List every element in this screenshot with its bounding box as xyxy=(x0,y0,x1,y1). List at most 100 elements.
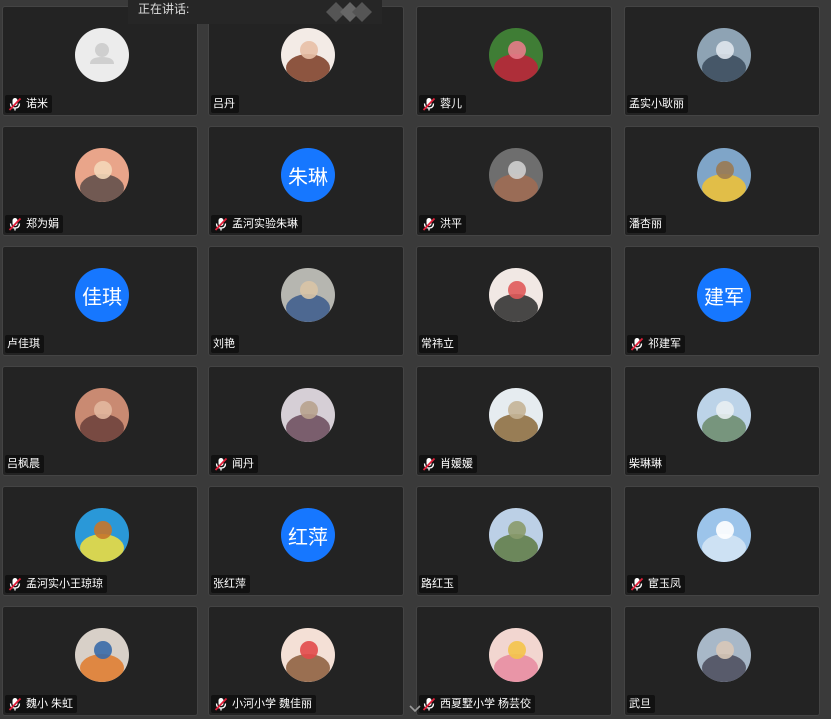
participant-name: 蓉儿 xyxy=(440,98,462,110)
participant-name: 宦玉凤 xyxy=(648,578,681,590)
participant-tile[interactable]: 佳琪卢佳琪 xyxy=(2,246,198,356)
mic-muted-icon xyxy=(214,217,228,231)
mic-muted-icon xyxy=(630,577,644,591)
participant-tile[interactable]: 红萍张红萍 xyxy=(208,486,404,596)
participant-tile[interactable]: 郑为娟 xyxy=(2,126,198,236)
avatar xyxy=(75,28,129,82)
participant-name: 孟实小耿丽 xyxy=(629,98,684,110)
avatar xyxy=(697,508,751,562)
avatar xyxy=(489,148,543,202)
participant-tile[interactable]: 闻丹 xyxy=(208,366,404,476)
avatar-photo xyxy=(75,508,129,562)
participant-tile[interactable]: 柴琳琳 xyxy=(624,366,820,476)
participant-name-tag: 卢佳琪 xyxy=(5,335,44,353)
avatar-photo xyxy=(75,628,129,682)
participant-tile[interactable]: 建军祁建军 xyxy=(624,246,820,356)
speaking-wave-icon xyxy=(326,2,372,22)
avatar xyxy=(489,508,543,562)
participant-name-tag: 蓉儿 xyxy=(419,95,466,113)
participant-name-tag: 常祎立 xyxy=(419,335,458,353)
avatar-photo xyxy=(489,28,543,82)
avatar-photo xyxy=(697,388,751,442)
participant-name: 郑为娟 xyxy=(26,218,59,230)
participant-name: 诺米 xyxy=(26,98,48,110)
participant-name-tag: 路红玉 xyxy=(419,575,458,593)
mic-muted-icon xyxy=(422,217,436,231)
participant-tile[interactable]: 常祎立 xyxy=(416,246,612,356)
mic-muted-icon xyxy=(214,697,228,711)
avatar xyxy=(697,628,751,682)
participant-name-tag: 郑为娟 xyxy=(5,215,63,233)
avatar-initials: 建军 xyxy=(704,286,744,309)
participant-tile[interactable]: 肖媛媛 xyxy=(416,366,612,476)
participant-name: 孟河实小王琼琼 xyxy=(26,578,103,590)
mic-muted-icon xyxy=(214,457,228,471)
participant-tile[interactable]: 刘艳 xyxy=(208,246,404,356)
participant-name: 孟河实验朱琳 xyxy=(232,218,298,230)
participant-name: 小河小学 魏佳丽 xyxy=(232,698,313,710)
participant-tile[interactable]: 宦玉凤 xyxy=(624,486,820,596)
avatar-photo xyxy=(489,388,543,442)
avatar xyxy=(75,148,129,202)
participant-name-tag: 魏小 朱虹 xyxy=(5,695,78,713)
user-placeholder-icon xyxy=(90,43,114,64)
mic-muted-icon xyxy=(8,97,22,111)
avatar xyxy=(697,28,751,82)
participant-name-tag: 闻丹 xyxy=(211,455,258,473)
avatar-photo xyxy=(489,628,543,682)
participant-tile[interactable]: 小河小学 魏佳丽 xyxy=(208,606,404,716)
participant-name-tag: 祁建军 xyxy=(627,335,685,353)
avatar-photo xyxy=(697,148,751,202)
mic-muted-icon xyxy=(8,697,22,711)
participant-name-tag: 刘艳 xyxy=(211,335,239,353)
avatar-initials: 朱琳 xyxy=(288,166,328,189)
avatar-photo xyxy=(281,28,335,82)
avatar xyxy=(75,388,129,442)
participant-name-tag: 潘杏丽 xyxy=(627,215,666,233)
participant-name: 吕枫晨 xyxy=(7,458,40,470)
speaking-indicator: 正在讲话: xyxy=(128,0,382,24)
participant-name: 卢佳琪 xyxy=(7,338,40,350)
avatar xyxy=(697,388,751,442)
participant-tile[interactable]: 蓉儿 xyxy=(416,6,612,116)
avatar xyxy=(75,628,129,682)
mic-muted-icon xyxy=(422,97,436,111)
participant-tile[interactable]: 魏小 朱虹 xyxy=(2,606,198,716)
avatar-initials: 红萍 xyxy=(288,526,328,549)
participant-name-tag: 洪平 xyxy=(419,215,466,233)
participant-name: 刘艳 xyxy=(213,338,235,350)
participant-name: 肖媛媛 xyxy=(440,458,473,470)
avatar-photo xyxy=(281,388,335,442)
participant-tile[interactable]: 路红玉 xyxy=(416,486,612,596)
participant-name-tag: 吕丹 xyxy=(211,95,239,113)
participant-tile[interactable]: 朱琳孟河实验朱琳 xyxy=(208,126,404,236)
avatar: 红萍 xyxy=(281,508,335,562)
participant-name: 西夏墅小学 杨芸佼 xyxy=(440,698,532,710)
avatar-photo xyxy=(281,268,335,322)
participant-name-tag: 宦玉凤 xyxy=(627,575,685,593)
participant-tile[interactable]: 洪平 xyxy=(416,126,612,236)
avatar-initials: 佳琪 xyxy=(82,286,122,309)
avatar-photo xyxy=(489,268,543,322)
avatar-photo xyxy=(697,28,751,82)
participant-name: 张红萍 xyxy=(213,578,246,590)
avatar xyxy=(281,268,335,322)
avatar xyxy=(75,508,129,562)
avatar-photo xyxy=(697,628,751,682)
participant-name: 常祎立 xyxy=(421,338,454,350)
participant-tile[interactable]: 吕枫晨 xyxy=(2,366,198,476)
avatar-photo xyxy=(75,148,129,202)
avatar xyxy=(281,628,335,682)
participant-name-tag: 孟河实小王琼琼 xyxy=(5,575,107,593)
avatar: 朱琳 xyxy=(281,148,335,202)
participant-tile[interactable]: 孟实小耿丽 xyxy=(624,6,820,116)
speaking-label: 正在讲话: xyxy=(138,2,190,16)
participant-tile[interactable]: 孟河实小王琼琼 xyxy=(2,486,198,596)
participant-name: 柴琳琳 xyxy=(629,458,662,470)
participant-name: 武旦 xyxy=(629,698,651,710)
mic-muted-icon xyxy=(8,577,22,591)
participant-tile[interactable]: 武旦 xyxy=(624,606,820,716)
participant-tile[interactable]: 潘杏丽 xyxy=(624,126,820,236)
participant-name-tag: 小河小学 魏佳丽 xyxy=(211,695,317,713)
chevron-down-icon[interactable] xyxy=(380,699,450,719)
